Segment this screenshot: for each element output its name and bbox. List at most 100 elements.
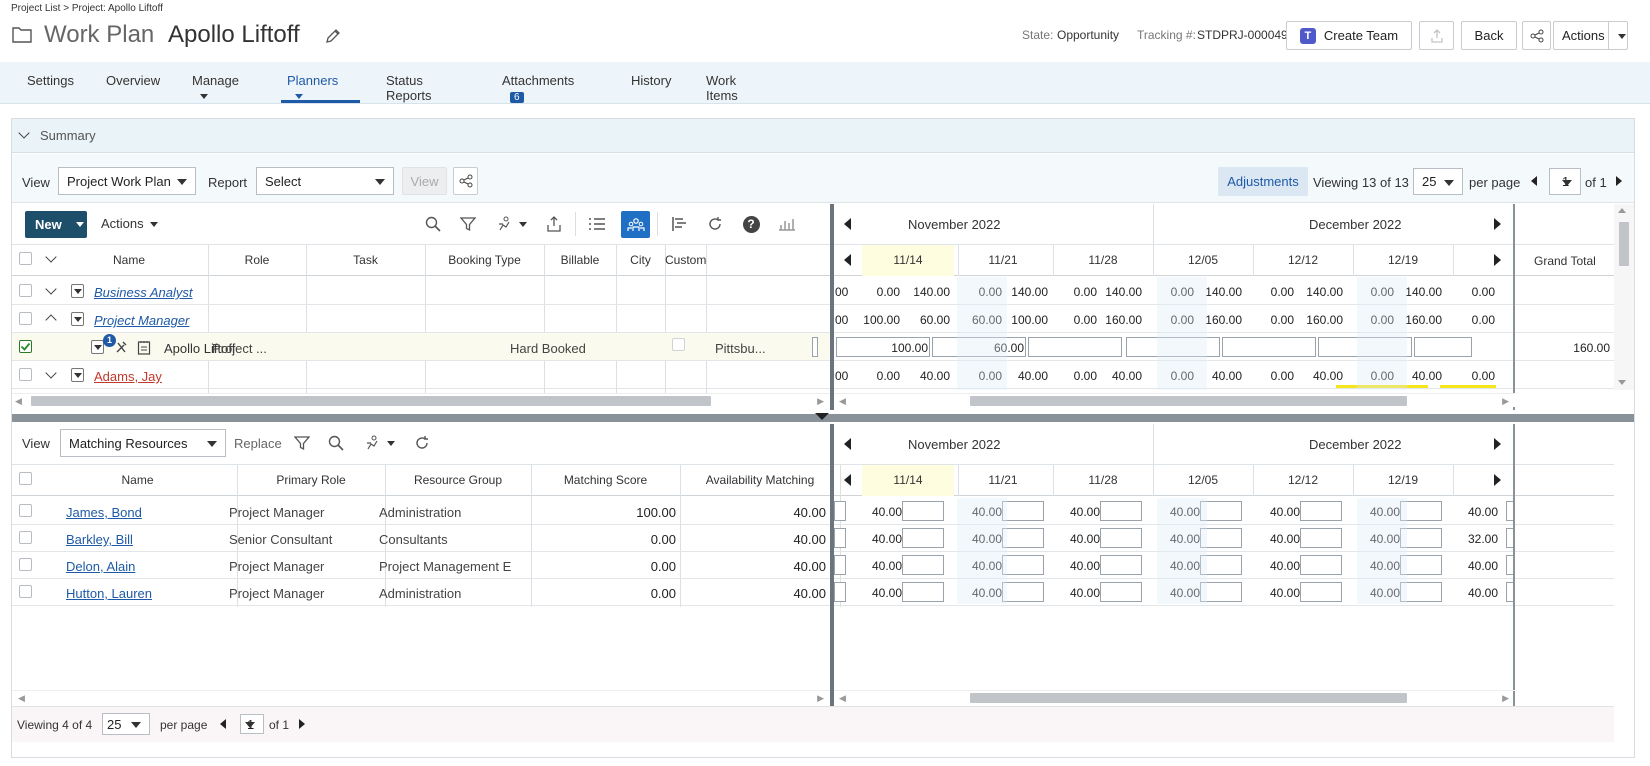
hours-input[interactable] (1414, 337, 1472, 357)
tab-attachments[interactable]: Attachments6 (502, 73, 574, 103)
search-icon[interactable] (423, 214, 443, 234)
allocation-input[interactable] (1400, 501, 1442, 521)
column-header-task[interactable]: Task (306, 253, 425, 267)
allocation-input[interactable] (1200, 555, 1242, 575)
page-number-input[interactable]: 1 (1549, 168, 1581, 195)
notes-icon[interactable] (136, 339, 152, 355)
column-header-name[interactable]: Name (38, 473, 237, 487)
column-header-custom[interactable]: Custom (665, 253, 706, 267)
allocation-input[interactable] (1300, 555, 1342, 575)
share-view-button[interactable] (453, 167, 478, 195)
breadcrumb[interactable]: Project List > Project: Apollo Liftoff (11, 3, 163, 14)
summary-header[interactable]: Summary (12, 119, 1634, 153)
allocation-input[interactable] (1002, 501, 1044, 521)
footer-prev-page-icon[interactable] (220, 719, 226, 729)
footer-next-page-icon[interactable] (299, 719, 305, 729)
resource-assign-icon[interactable] (362, 433, 398, 453)
grid-splitter-vertical[interactable] (830, 204, 834, 410)
export-button[interactable] (1419, 21, 1454, 50)
row-menu-button[interactable] (91, 340, 104, 354)
hours-input[interactable] (1028, 337, 1122, 357)
tab-work-items[interactable]: Work Items (706, 73, 738, 103)
column-header-matching-score[interactable]: Matching Score (531, 473, 680, 487)
allocation-input[interactable] (834, 555, 846, 575)
hours-input[interactable] (1318, 337, 1412, 357)
allocation-input[interactable] (1100, 528, 1142, 548)
bottom-left-hscrollbar[interactable]: ◀ ▶ (12, 690, 830, 704)
header-actions-button[interactable]: Actions (1553, 21, 1628, 50)
list-view-icon[interactable] (587, 214, 607, 234)
filter-icon[interactable] (292, 433, 312, 453)
bottom-week-prev-icon[interactable] (844, 474, 851, 486)
allocation-input[interactable] (1200, 501, 1242, 521)
adjustments-button[interactable]: Adjustments (1218, 167, 1308, 196)
search-icon[interactable] (326, 433, 346, 453)
week-prev-icon[interactable] (844, 254, 851, 266)
help-icon[interactable]: ? (741, 214, 761, 234)
tools-icon[interactable] (114, 339, 128, 355)
resource-checkbox[interactable] (19, 558, 32, 571)
allocation-input[interactable] (1100, 555, 1142, 575)
allocation-input[interactable] (1400, 582, 1442, 602)
tab-planners[interactable]: Planners (287, 73, 338, 103)
filter-icon[interactable] (458, 214, 478, 234)
row-menu-button[interactable] (71, 312, 84, 326)
splitter-handle-icon[interactable] (815, 413, 829, 420)
refresh-icon[interactable] (412, 433, 432, 453)
column-header-availability-matching[interactable]: Availability Matching (680, 473, 840, 487)
resource-assign-icon[interactable] (494, 214, 530, 234)
resource-name-link[interactable]: Delon, Alain (66, 559, 135, 574)
tab-overview[interactable]: Overview (106, 73, 160, 88)
hours-input[interactable] (1222, 337, 1316, 357)
footer-page-input[interactable]: 1 (240, 714, 264, 734)
allocation-input[interactable] (1200, 582, 1242, 602)
allocation-input[interactable] (1200, 528, 1242, 548)
footer-per-page-select[interactable]: 25 (102, 713, 150, 735)
allocation-input[interactable] (834, 582, 846, 602)
allocation-input[interactable] (1300, 582, 1342, 602)
top-right-hscrollbar[interactable]: ◀ ▶ (834, 393, 1515, 407)
tab-manage[interactable]: Manage (192, 73, 239, 103)
prev-page-icon[interactable] (1531, 176, 1537, 186)
view-select[interactable]: Project Work Plan (58, 167, 196, 195)
allocation-input[interactable] (834, 501, 846, 521)
column-header-city[interactable]: City (616, 253, 665, 267)
allocation-input[interactable] (902, 501, 944, 521)
week-next-icon[interactable] (1494, 254, 1501, 266)
create-team-button[interactable]: T Create Team (1286, 21, 1412, 50)
allocation-input[interactable] (902, 582, 944, 602)
row-menu-button[interactable] (71, 368, 84, 382)
allocation-input[interactable] (1400, 528, 1442, 548)
allocation-input[interactable] (1002, 528, 1044, 548)
bottom-right-hscrollbar[interactable]: ◀ ▶ (834, 690, 1515, 704)
allocation-input[interactable] (1002, 555, 1044, 575)
grid-actions-button[interactable]: Actions (101, 216, 158, 231)
allocation-input[interactable] (902, 528, 944, 548)
resource-name-link[interactable]: Adams, Jay (94, 369, 162, 384)
row-checkbox[interactable] (19, 368, 32, 381)
share-button[interactable] (1522, 21, 1551, 50)
tab-status-reports[interactable]: Status Reports (386, 73, 432, 103)
bottom-week-next-icon[interactable] (1494, 474, 1501, 486)
back-button[interactable]: Back (1461, 21, 1517, 50)
resource-checkbox[interactable] (19, 531, 32, 544)
tab-settings[interactable]: Settings (27, 73, 74, 88)
allocation-input[interactable] (1300, 501, 1342, 521)
bottom-select-all-checkbox[interactable] (19, 472, 32, 485)
allocation-input[interactable] (1100, 501, 1142, 521)
bottom-timeline-next-icon[interactable] (1494, 438, 1501, 450)
row-checkbox[interactable] (19, 312, 32, 325)
replace-label[interactable]: Replace (234, 436, 282, 451)
hours-input[interactable] (1126, 337, 1220, 357)
allocation-input[interactable] (834, 528, 846, 548)
edit-pencil-icon[interactable] (324, 27, 342, 45)
hours-input[interactable] (812, 337, 818, 357)
resource-name-link[interactable]: Barkley, Bill (66, 532, 133, 547)
select-all-checkbox[interactable] (19, 252, 32, 265)
resource-name-link[interactable]: Hutton, Lauren (66, 586, 152, 601)
timeline-next-icon[interactable] (1494, 218, 1501, 230)
refresh-icon[interactable] (705, 214, 725, 234)
column-header-booking-type[interactable]: Booking Type (425, 253, 544, 267)
new-button[interactable]: New (25, 211, 87, 238)
column-header-name[interactable]: Name (50, 253, 208, 267)
